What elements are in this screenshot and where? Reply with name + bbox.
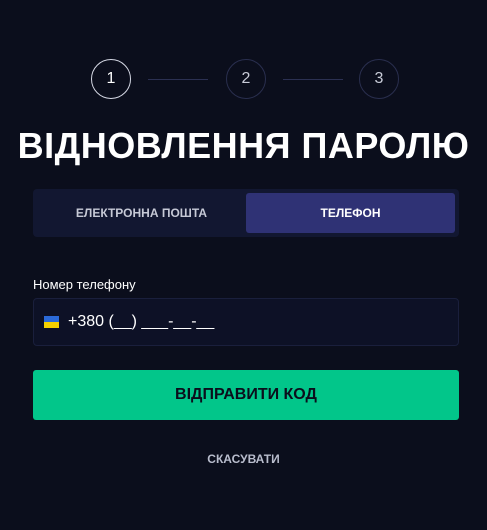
step-connector-1 (148, 79, 208, 80)
step-1-label: 1 (106, 70, 116, 87)
send-code-button[interactable]: ВІДПРАВИТИ КОД (33, 370, 459, 420)
recovery-method-tabs: ЕЛЕКТРОННА ПОШТА ТЕЛЕФОН (33, 189, 459, 237)
step-3-label: 3 (374, 70, 384, 87)
tab-phone[interactable]: ТЕЛЕФОН (246, 193, 455, 233)
cancel-link[interactable]: СКАСУВАТИ (0, 452, 487, 466)
page-title: ВІДНОВЛЕННЯ ПАРОЛЮ (17, 125, 470, 166)
phone-field (33, 298, 459, 346)
step-1: 1 (91, 59, 131, 99)
ukraine-flag-icon (44, 316, 59, 328)
phone-field-label: Номер телефону (33, 277, 136, 292)
step-3: 3 (359, 59, 399, 99)
tab-email[interactable]: ЕЛЕКТРОННА ПОШТА (37, 193, 246, 233)
step-connector-2 (283, 79, 343, 80)
step-2-label: 2 (241, 70, 251, 87)
phone-input[interactable] (68, 313, 428, 331)
step-2: 2 (226, 59, 266, 99)
stepper: 1 2 3 (91, 59, 401, 101)
